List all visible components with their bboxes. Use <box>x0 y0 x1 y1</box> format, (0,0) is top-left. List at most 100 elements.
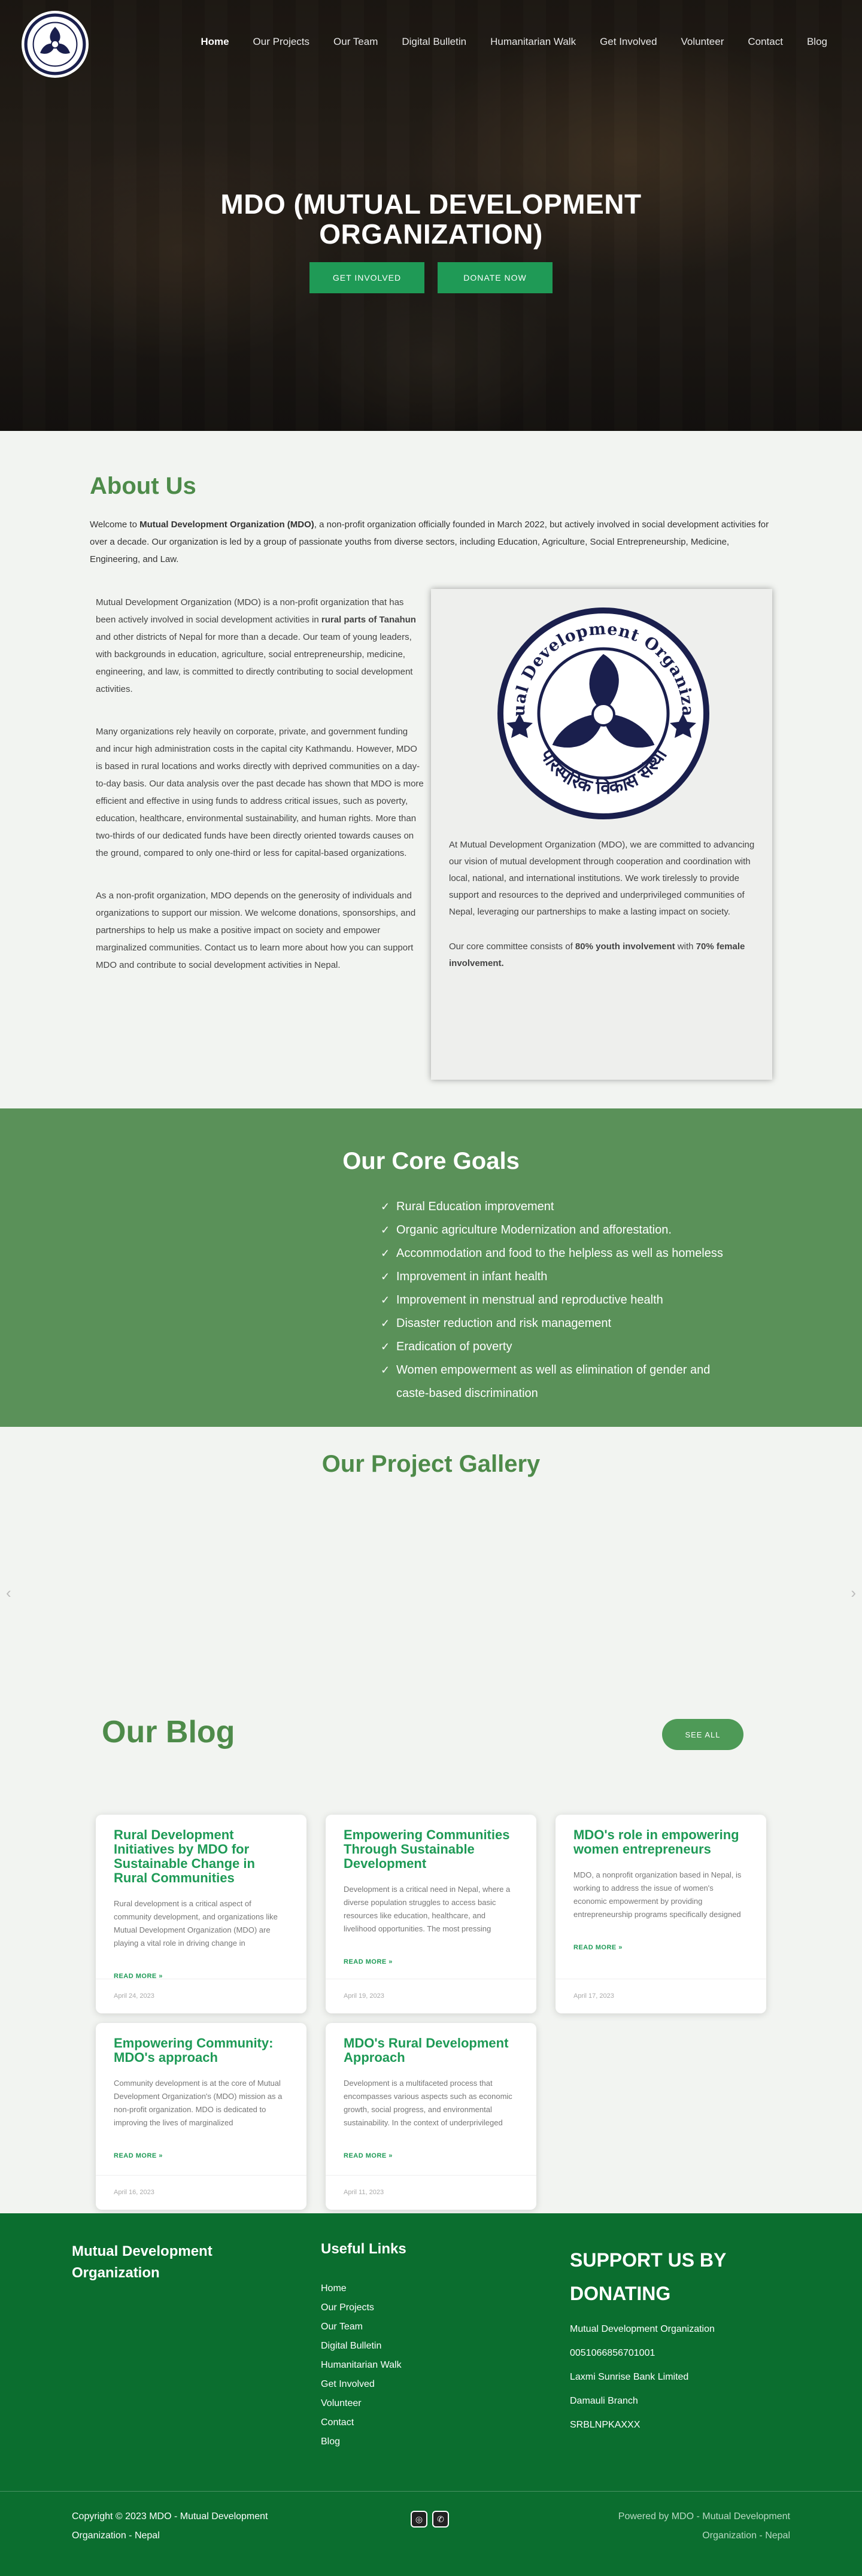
donate-now-button[interactable]: DONATE NOW <box>438 262 553 293</box>
footer-links-heading: Useful Links <box>321 2241 406 2257</box>
nav-item-humanitarian-walk[interactable]: Humanitarian Walk <box>490 36 576 48</box>
see-all-button[interactable]: SEE ALL <box>662 1719 743 1750</box>
nav-item-digital-bulletin[interactable]: Digital Bulletin <box>402 36 466 48</box>
check-icon: ✓ <box>381 1247 390 1259</box>
hero-title: MDO (MUTUAL DEVELOPMENT ORGANIZATION) <box>0 189 862 249</box>
blog-section: Our Blog SEE ALL Rural Development Initi… <box>0 1696 862 2213</box>
nav-item-our-team[interactable]: Our Team <box>333 36 378 48</box>
post-date: April 19, 2023 <box>326 1979 536 2013</box>
post-excerpt: Community development is at the core of … <box>114 2079 283 2127</box>
whatsapp-icon[interactable]: ✆ <box>432 2511 449 2528</box>
get-involved-button[interactable]: GET INVOLVED <box>309 262 424 293</box>
footer-link-blog[interactable]: Blog <box>321 2432 406 2452</box>
blog-post-card[interactable]: MDO's Rural Development Approach Developm… <box>326 2023 536 2210</box>
nav-item-get-involved[interactable]: Get Involved <box>600 36 657 48</box>
gallery-next-icon[interactable]: › <box>851 1584 856 1602</box>
goal-item: ✓ Disaster reduction and risk management <box>381 1312 740 1335</box>
blog-post-card[interactable]: Empowering Community: MDO's approach Comm… <box>96 2023 306 2210</box>
donate-heading: SUPPORT US BY DONATING <box>570 2249 726 2304</box>
blog-post-card[interactable]: Rural Development Initiatives by MDO for… <box>96 1815 306 2013</box>
hero-title-line2: ORGANIZATION) <box>319 218 543 250</box>
goals-list: ✓ Rural Education improvement ✓ Organic agr… <box>381 1195 740 1405</box>
footer-org-name: Mutual Development Organization <box>72 2243 213 2281</box>
post-excerpt: MDO, a nonprofit organization based in N… <box>573 1870 742 1919</box>
post-title[interactable]: MDO's Rural Development Approach <box>344 2036 518 2065</box>
check-icon: ✓ <box>381 1364 390 1376</box>
goals-heading: Our Core Goals <box>342 1148 520 1174</box>
nav-item-blog[interactable]: Blog <box>807 36 827 48</box>
site-logo[interactable] <box>22 11 89 78</box>
read-more-link[interactable]: READ MORE » <box>114 2152 289 2159</box>
check-icon: ✓ <box>381 1224 390 1236</box>
about-intro: Welcome to Mutual Development Organizati… <box>90 520 769 564</box>
mdo-logo-icon <box>24 13 86 75</box>
social-links: ◎ ✆ <box>411 2511 449 2528</box>
donate-info-line: Mutual Development Organization <box>570 2324 715 2334</box>
gallery-heading: Our Project Gallery <box>321 1451 541 1477</box>
read-more-link[interactable]: READ MORE » <box>344 2152 518 2159</box>
nav-item-volunteer[interactable]: Volunteer <box>681 36 724 48</box>
check-icon: ✓ <box>381 1341 390 1353</box>
post-title[interactable]: Empowering Communities Through Sustainab… <box>344 1828 518 1871</box>
footer-link-contact[interactable]: Contact <box>321 2413 406 2432</box>
check-icon: ✓ <box>381 1201 390 1213</box>
site-footer: Mutual Development Organization Useful L… <box>0 2213 862 2576</box>
donate-info-line: SRBLNPKAXXX <box>570 2420 641 2430</box>
donate-info-line: Laxmi Sunrise Bank Limited <box>570 2372 689 2382</box>
footer-link-get-involved[interactable]: Get Involved <box>321 2375 406 2394</box>
footer-donate: SUPPORT US BY DONATING Mutual Developmen… <box>570 2243 785 2437</box>
card-paragraph-1: At Mutual Development Organization (MDO)… <box>449 840 755 917</box>
hero-buttons: GET INVOLVED DONATE NOW <box>0 262 862 293</box>
powered-by-text: Powered by MDO - Mutual Development Orga… <box>618 2511 790 2541</box>
org-name-bold: Mutual Development Organization (MDO) <box>139 520 314 530</box>
about-paragraph-1: Mutual Development Organization (MDO) is… <box>96 597 416 694</box>
mdo-emblem-icon: Mutual Development Organization पारस्परि… <box>496 606 709 819</box>
about-paragraph-2: Many organizations rely heavily on corpo… <box>96 727 424 858</box>
nav-item-home[interactable]: Home <box>201 36 229 48</box>
donate-info-line: Damauli Branch <box>570 2396 638 2406</box>
footer-link-humanitarian-walk[interactable]: Humanitarian Walk <box>321 2356 406 2375</box>
post-title[interactable]: MDO's role in empowering women entrepren… <box>573 1828 748 1857</box>
post-excerpt: Development is a critical need in Nepal,… <box>344 1885 511 1933</box>
footer-link-our-team[interactable]: Our Team <box>321 2317 406 2337</box>
footer-link-volunteer[interactable]: Volunteer <box>321 2394 406 2413</box>
nav-links: Home Our Projects Our Team Digital Bulletin… <box>177 36 827 48</box>
about-text-column: Mutual Development Organization (MDO) is… <box>96 594 425 999</box>
post-title[interactable]: Rural Development Initiatives by MDO for… <box>114 1828 289 1885</box>
nav-item-contact[interactable]: Contact <box>748 36 783 48</box>
goal-item: ✓ Organic agriculture Modernization and a… <box>381 1219 740 1242</box>
about-paragraph-3: As a non-profit organization, MDO depend… <box>96 891 416 970</box>
main-nav: Home Our Projects Our Team Digital Bulletin… <box>0 0 862 90</box>
donate-info-line: 0051066856701001 <box>570 2348 655 2358</box>
hero-title-line1: MDO (MUTUAL DEVELOPMENT <box>220 189 642 220</box>
footer-bottom: Copyright © 2023 MDO - Mutual Developmen… <box>0 2491 862 2576</box>
post-title[interactable]: Empowering Community: MDO's approach <box>114 2036 289 2065</box>
post-date: April 24, 2023 <box>96 1979 306 2013</box>
instagram-icon[interactable]: ◎ <box>411 2511 427 2528</box>
post-date: April 16, 2023 <box>96 2175 306 2210</box>
gallery-prev-icon[interactable]: ‹ <box>6 1584 11 1602</box>
card-paragraph-2: Our core committee consists of 80% youth… <box>449 941 745 968</box>
project-gallery-section: Our Project Gallery ‹ › <box>0 1427 862 1696</box>
goal-item: ✓ Eradication of poverty <box>381 1335 740 1359</box>
blog-post-card[interactable]: Empowering Communities Through Sustainab… <box>326 1815 536 2013</box>
post-excerpt: Development is a multifaceted process th… <box>344 2079 512 2127</box>
footer-link-digital-bulletin[interactable]: Digital Bulletin <box>321 2337 406 2356</box>
check-icon: ✓ <box>381 1271 390 1283</box>
core-goals-section: Our Core Goals ✓ Rural Education improvem… <box>0 1108 862 1427</box>
about-card-text: At Mutual Development Organization (MDO)… <box>449 837 760 990</box>
post-excerpt: Rural development is a critical aspect o… <box>114 1899 278 1948</box>
nav-item-our-projects[interactable]: Our Projects <box>253 36 309 48</box>
read-more-link[interactable]: READ MORE » <box>344 1958 518 1966</box>
hero-section: Home Our Projects Our Team Digital Bulletin… <box>0 0 862 431</box>
footer-link-our-projects[interactable]: Our Projects <box>321 2298 406 2317</box>
read-more-link[interactable]: READ MORE » <box>573 1944 748 1951</box>
about-card: Mutual Development Organization पारस्परि… <box>431 589 772 1080</box>
blog-post-card[interactable]: MDO's role in empowering women entrepren… <box>556 1815 766 2013</box>
goal-item: ✓ Rural Education improvement <box>381 1195 740 1219</box>
goal-item: ✓ Accommodation and food to the helpless … <box>381 1242 740 1265</box>
footer-link-home[interactable]: Home <box>321 2279 406 2298</box>
post-date: April 11, 2023 <box>326 2175 536 2210</box>
check-icon: ✓ <box>381 1317 390 1329</box>
about-section: About Us Welcome to Mutual Development O… <box>0 431 862 1108</box>
